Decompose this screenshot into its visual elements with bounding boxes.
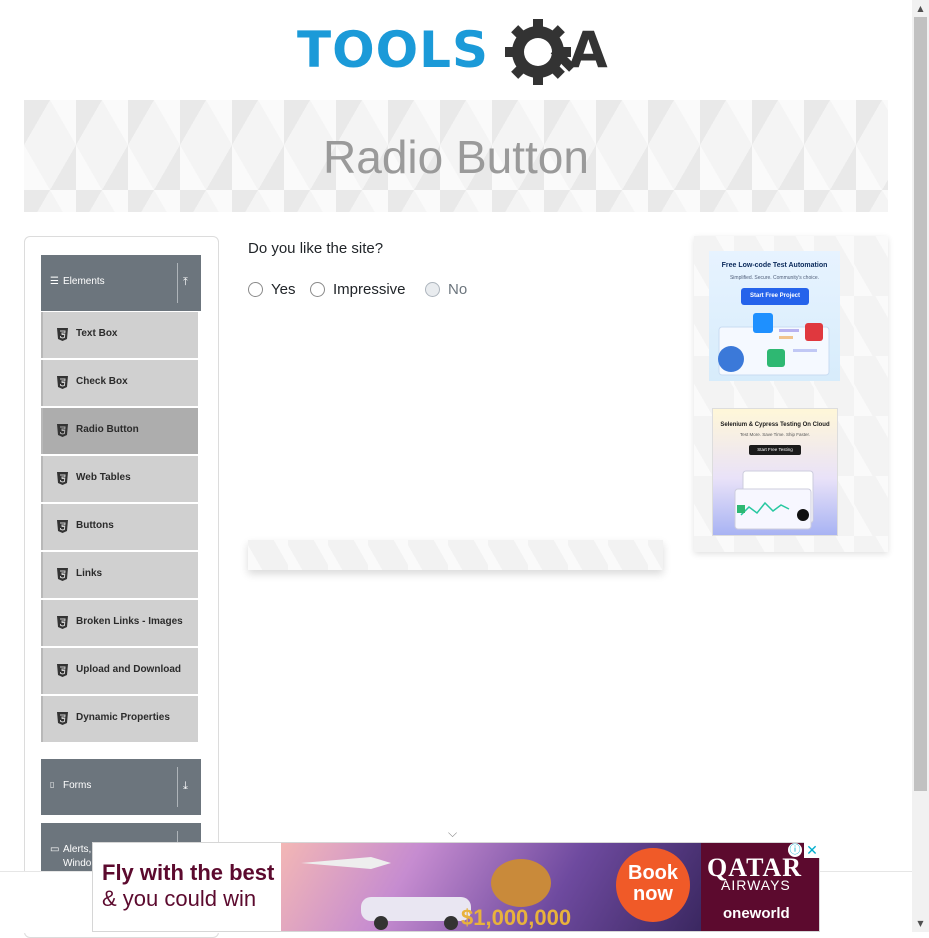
- menu-icon: ☰: [50, 276, 59, 287]
- sidebar-item-label: Text Box: [76, 328, 118, 339]
- group-label: Forms: [63, 780, 92, 791]
- bottom-ad-qatar[interactable]: Fly with the best & you could win $1,000…: [92, 842, 820, 932]
- group-label: Alerts, Windo: [63, 844, 92, 869]
- ad-headline: Fly with the best: [102, 860, 275, 885]
- elements-menu: Text Box Check Box Radio Button Web Tabl…: [41, 312, 198, 744]
- radio-label-no: No: [448, 280, 468, 298]
- radio-label-impressive[interactable]: Impressive: [333, 281, 406, 298]
- window-icon: ▭: [50, 844, 60, 855]
- sidebar-item-dynamic-properties[interactable]: Dynamic Properties: [41, 696, 198, 742]
- ad-info-icon[interactable]: ⓘ: [788, 843, 802, 857]
- expand-arrow-icon[interactable]: ⤓: [183, 779, 188, 793]
- html5-icon: [57, 616, 68, 629]
- html5-icon: [57, 424, 68, 437]
- sidebar: ☰ Elements ⤒ Text Box Check Box Radio Bu…: [24, 236, 219, 938]
- group-label: Elements: [63, 276, 105, 287]
- ad-cta-button[interactable]: Start Free Testing: [749, 445, 801, 455]
- sidebar-item-label: Buttons: [76, 520, 114, 531]
- book-now-button[interactable]: Book now: [616, 848, 690, 922]
- logo-graphic: TOOLS A: [297, 19, 608, 85]
- html5-icon: [57, 472, 68, 485]
- document-icon: ▯: [50, 780, 55, 789]
- ad-title: Selenium & Cypress Testing On Cloud: [720, 422, 830, 428]
- divider: [177, 767, 178, 807]
- sidebar-item-label: Upload and Download: [76, 664, 181, 675]
- sidebar-group-forms[interactable]: ▯ Forms ⤓: [41, 759, 201, 815]
- scrollbar-thumb[interactable]: [914, 17, 927, 791]
- radio-label-yes[interactable]: Yes: [271, 281, 295, 298]
- ad-text-area: Fly with the best & you could win: [93, 843, 281, 931]
- qatar-brand: QATAR AIRWAYS oneworld: [701, 843, 819, 931]
- sidebar-item-label: Check Box: [76, 376, 128, 387]
- html5-icon: [57, 568, 68, 581]
- svg-text:TOOLS: TOOLS: [297, 21, 489, 79]
- radio-option-yes[interactable]: Yes: [248, 279, 295, 299]
- inline-ad-placeholder: [248, 540, 663, 570]
- radio-option-impressive[interactable]: Impressive: [310, 279, 406, 299]
- sidebar-item-label: Web Tables: [76, 472, 131, 483]
- ad-cta-button[interactable]: Start Free Project: [741, 288, 809, 305]
- scroll-up-icon[interactable]: ▲: [912, 0, 929, 17]
- sidebar-item-links[interactable]: Links: [41, 552, 198, 598]
- brand-sub: AIRWAYS: [721, 877, 791, 893]
- ad-subtitle: Test More. Save Time. Ship Faster.: [739, 432, 811, 437]
- alliance-name: oneworld: [723, 905, 790, 922]
- html5-icon: [57, 376, 68, 389]
- radio-question: Do you like the site?: [248, 240, 384, 257]
- ad-subtitle: Simplified. Secure. Community's choice.: [729, 275, 820, 281]
- svg-text:A: A: [569, 21, 608, 79]
- page-scrollbar[interactable]: ▲ ▼: [912, 0, 929, 932]
- scroll-down-icon[interactable]: ▼: [912, 915, 929, 932]
- close-icon[interactable]: ✕: [804, 842, 820, 858]
- sidebar-item-label: Radio Button: [76, 424, 139, 435]
- sidebar-item-radio-button[interactable]: Radio Button: [41, 408, 198, 454]
- html5-icon: [57, 328, 68, 341]
- toolsqa-logo[interactable]: TOOLS A: [297, 14, 622, 92]
- html5-icon: [57, 520, 68, 533]
- radio-option-no: No: [425, 279, 467, 299]
- sidebar-item-label: Broken Links - Images: [76, 616, 183, 627]
- ad-illustration: [734, 470, 814, 530]
- html5-icon: [57, 664, 68, 677]
- sidebar-item-text-box[interactable]: Text Box: [41, 312, 198, 358]
- sidebar-item-upload-download[interactable]: Upload and Download: [41, 648, 198, 694]
- page-banner: Radio Button: [24, 100, 888, 212]
- sidebar-item-check-box[interactable]: Check Box: [41, 360, 198, 406]
- collapse-arrow-icon[interactable]: ⤒: [183, 275, 188, 289]
- ad-illustration: [718, 313, 830, 376]
- ad-lambdatest[interactable]: Selenium & Cypress Testing On Cloud Test…: [712, 408, 838, 536]
- radio-impressive[interactable]: [310, 281, 325, 297]
- html5-icon: [57, 712, 68, 725]
- sidebar-group-elements[interactable]: ☰ Elements ⤒: [41, 255, 201, 311]
- ad-subline: & you could win: [102, 886, 257, 911]
- chevron-down-icon[interactable]: ⌵: [448, 826, 457, 841]
- right-ad-column: Free Low-code Test Automation Simplified…: [694, 236, 888, 552]
- sidebar-item-broken-links[interactable]: Broken Links - Images: [41, 600, 198, 646]
- ad-katalon[interactable]: Free Low-code Test Automation Simplified…: [709, 251, 840, 381]
- radio-no: [425, 281, 440, 297]
- page-title: Radio Button: [323, 131, 589, 183]
- svg-text:$1,000,000: $1,000,000: [461, 905, 571, 930]
- sidebar-item-buttons[interactable]: Buttons: [41, 504, 198, 550]
- sidebar-item-web-tables[interactable]: Web Tables: [41, 456, 198, 502]
- sidebar-item-label: Dynamic Properties: [76, 712, 170, 723]
- radio-yes[interactable]: [248, 281, 263, 297]
- sidebar-item-label: Links: [76, 568, 103, 579]
- ad-title: Free Low-code Test Automation: [721, 262, 828, 269]
- divider: [177, 263, 178, 303]
